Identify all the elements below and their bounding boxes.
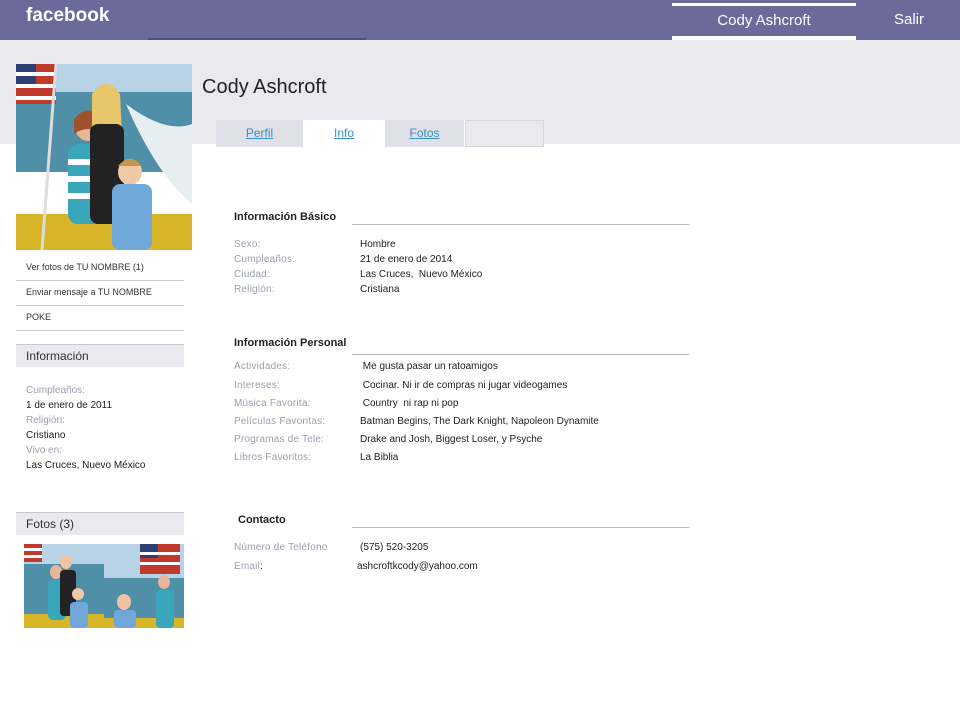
personal-tv-value: Drake and Josh, Biggest Loser, y Psyche	[360, 434, 543, 445]
photo-thumbnails	[24, 544, 184, 628]
facebook-logo[interactable]: facebook	[26, 5, 109, 27]
tab-fotos[interactable]: Fotos	[385, 120, 465, 147]
sidebar-religion-label: Religión:	[26, 415, 65, 426]
sidebar-lives-value: Las Cruces, Nuevo México	[26, 460, 146, 471]
personal-tv-label: Programas de Tele:	[234, 434, 325, 445]
logout-link[interactable]: Salir	[870, 0, 948, 40]
basic-info-title: Información Básico	[234, 211, 337, 223]
profile-picture[interactable]	[16, 64, 192, 250]
contact-divider	[352, 527, 689, 528]
sidebar-action-links: Ver fotos de TU NOMBRE (1) Enviar mensaj…	[16, 256, 184, 331]
contact-email-colon: :	[260, 561, 263, 572]
sidebar-birthday-value: 1 de enero de 2011	[26, 400, 113, 411]
basic-religion-label: Religión:	[234, 284, 275, 295]
personal-activities-label: Actividades:	[234, 361, 291, 372]
sidebar-lives-label: Vivo en:	[26, 445, 62, 456]
profile-name-heading: Cody Ashcroft	[202, 76, 327, 98]
contact-email-value[interactable]: ashcroftkcody@yahoo.com	[357, 561, 478, 572]
basic-sex-label: Sexo:	[234, 239, 261, 250]
personal-info-divider	[352, 354, 689, 355]
view-photos-link[interactable]: Ver fotos de TU NOMBRE (1)	[16, 256, 184, 281]
tab-empty	[465, 120, 544, 147]
personal-music-label: Música Favorita:	[234, 398, 311, 409]
sidebar-info-details: Cumpleaños: 1 de enero de 2011 Religión:…	[26, 383, 186, 473]
contact-email-label: Email	[234, 561, 261, 572]
basic-city-label: Ciudad:	[234, 269, 270, 280]
sidebar-info-heading: Información	[16, 344, 184, 367]
sidebar-photos-heading[interactable]: Fotos (3)	[16, 512, 184, 535]
personal-info-title: Información Personal	[234, 337, 347, 349]
basic-city-value: Las Cruces, Nuevo México	[360, 269, 483, 280]
basic-birthday-value: 21 de enero de 2014	[360, 254, 453, 265]
personal-books-value: La Biblia	[360, 452, 399, 463]
tab-info[interactable]: Info	[304, 120, 385, 147]
sidebar-birthday-label: Cumpleaños:	[26, 385, 85, 396]
personal-activities-value: Me gusta pasar un ratoamigos	[360, 361, 498, 372]
top-navigation-bar: facebook Cody Ashcroft Salir	[0, 0, 960, 41]
personal-movies-value: Batman Begins, The Dark Knight, Napoleon…	[360, 416, 599, 427]
sidebar-religion-value: Cristiano	[26, 430, 66, 441]
basic-sex-value: Hombre	[360, 239, 396, 250]
photo-thumbnail-image[interactable]	[24, 544, 184, 628]
basic-birthday-label: Cumpleaños:	[234, 254, 296, 265]
personal-music-value: Country ni rap ni pop	[360, 398, 459, 409]
contact-phone-value: (575) 520-3205	[360, 542, 429, 553]
basic-religion-value: Cristiana	[360, 284, 400, 295]
contact-phone-label: Número de Teléfono	[234, 542, 328, 553]
contact-email-label-wrap: Email:	[234, 561, 263, 572]
basic-info-divider	[352, 224, 689, 225]
nav-user-profile-link[interactable]: Cody Ashcroft	[672, 3, 856, 40]
personal-movies-label: Películas Favoritas:	[234, 416, 326, 427]
poke-link[interactable]: POKE	[16, 306, 184, 331]
profile-photo-image	[16, 64, 192, 250]
contact-title: Contacto	[238, 514, 286, 526]
tab-perfil[interactable]: Perfil	[216, 120, 304, 147]
personal-interests-value: Cocinar. Ni ir de compras ni jugar video…	[360, 380, 568, 391]
send-message-link[interactable]: Enviar mensaje a TU NOMBRE	[16, 281, 184, 306]
personal-books-label: Libros Favoritos:	[234, 452, 312, 463]
personal-interests-label: Intereses:	[234, 380, 280, 391]
